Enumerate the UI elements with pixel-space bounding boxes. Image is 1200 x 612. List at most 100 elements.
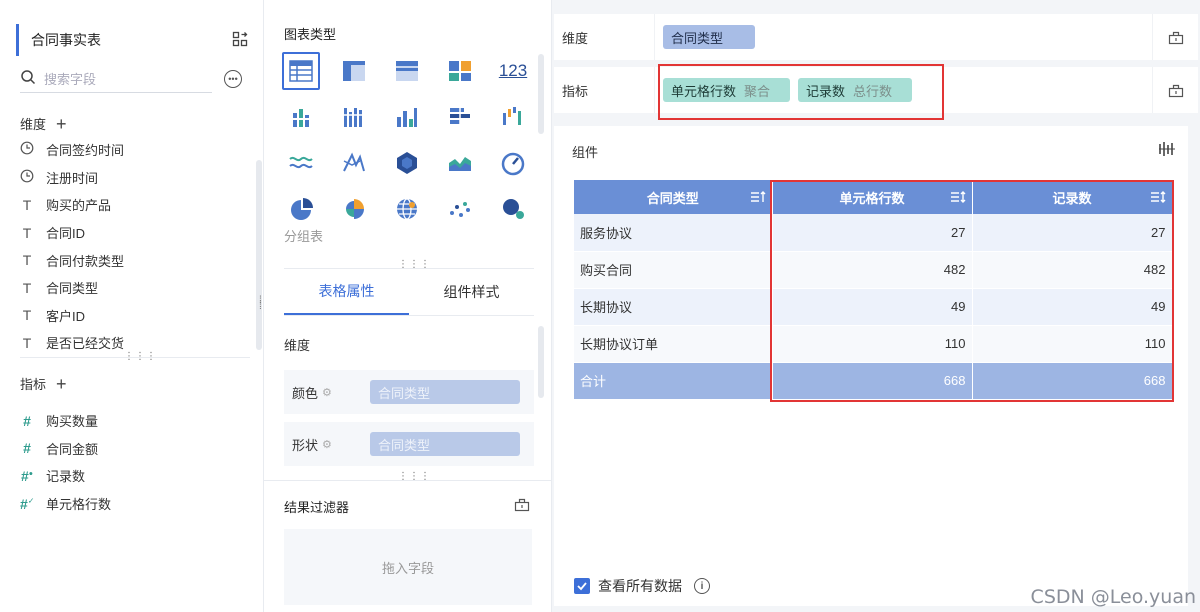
search-input[interactable]: 搜索字段 (20, 65, 212, 93)
tab-component-style[interactable]: 组件样式 (409, 269, 534, 315)
kpi-number-label: 123 (498, 61, 528, 80)
property-tabs: 表格属性 组件样式 (284, 268, 534, 316)
shape-label: 形状 (292, 437, 319, 453)
color-property-row[interactable]: 颜色 ⚙ 合同类型 (284, 370, 534, 414)
dimensions-header: 维度 + (20, 113, 67, 134)
bubble-icon[interactable] (494, 190, 532, 228)
field-item[interactable]: T 合同ID (20, 219, 240, 247)
treemap-table-icon[interactable] (441, 52, 479, 90)
waterfall-icon[interactable] (494, 98, 532, 136)
globe-map-icon[interactable] (388, 190, 426, 228)
detail-table-icon[interactable] (335, 52, 373, 90)
field-item[interactable]: 注册时间 (20, 164, 240, 192)
shape-property-row[interactable]: 形状 ⚙ 合同类型 (284, 422, 534, 466)
field-item[interactable]: T 客户ID (20, 302, 240, 330)
text-type-icon: T (22, 279, 32, 296)
dataset-selector[interactable]: 合同事实表 (16, 24, 248, 56)
field-item[interactable]: T 合同类型 (20, 274, 240, 302)
lock-icon[interactable] (1152, 67, 1198, 113)
field-label: 注册时间 (46, 170, 99, 186)
shape-field-pill[interactable]: 合同类型 (370, 432, 520, 456)
column-settings-icon[interactable] (1158, 140, 1176, 161)
field-label: 合同金额 (46, 441, 99, 457)
text-type-icon: T (22, 224, 32, 241)
kpi-number-icon[interactable]: 123 (494, 52, 532, 90)
clock-icon (20, 141, 34, 158)
table-cell: 合计 (574, 362, 773, 400)
filter-placeholder: 拖入字段 (381, 560, 434, 576)
number-type-icon: # (23, 412, 31, 429)
table-cell: 购买合同 (574, 251, 773, 289)
more-options-icon[interactable]: ••• (224, 70, 242, 88)
cross-table-icon[interactable] (388, 52, 426, 90)
radar-icon[interactable] (335, 144, 373, 182)
stacked-column-icon[interactable] (282, 98, 320, 136)
field-item[interactable]: # 合同金额 (20, 435, 240, 463)
field-item[interactable]: #● 记录数 (20, 462, 240, 490)
multi-column-icon[interactable] (335, 98, 373, 136)
add-measure-icon[interactable]: + (56, 375, 67, 393)
dimension-shelf: 维度 合同类型 (554, 14, 1198, 60)
field-item[interactable]: # 购买数量 (20, 407, 240, 435)
field-label: 是否已经交货 (46, 336, 125, 352)
rose-chart-icon[interactable] (335, 190, 373, 228)
column-chart-icon[interactable] (388, 98, 426, 136)
component-title: 组件 (572, 145, 599, 160)
polygon-map-icon[interactable] (388, 144, 426, 182)
dimension-shelf-label: 维度 (562, 30, 589, 46)
chart-type-scrollbar[interactable] (538, 54, 544, 134)
tab-table-properties[interactable]: 表格属性 (284, 269, 409, 315)
view-all-label: 查看所有数据 (598, 578, 682, 594)
info-icon[interactable]: i (694, 578, 710, 594)
lock-icon[interactable] (514, 496, 530, 512)
column-header[interactable]: 合同类型 (574, 180, 773, 214)
field-label: 单元格行数 (46, 497, 112, 513)
field-item[interactable]: T 购买的产品 (20, 191, 240, 219)
line-chart-icon[interactable] (282, 144, 320, 182)
color-field-pill[interactable]: 合同类型 (370, 380, 520, 404)
number-type-icon: # (23, 440, 31, 457)
dimension-drop-area[interactable]: 合同类型 (654, 14, 1152, 60)
watermark: CSDN @Leo.yuan (1030, 586, 1196, 608)
checkbox-checked-icon[interactable] (574, 578, 590, 594)
field-panel: 合同事实表 搜索字段 ••• 维度 + 合同签约时间 注册时间 T 购买的产品 T 合同I… (0, 0, 264, 612)
field-search: 搜索字段 ••• (20, 64, 250, 94)
field-label: 购买的产品 (46, 198, 112, 214)
resize-handle-icon[interactable]: ⋮⋮⋮ (124, 352, 157, 362)
canvas-panel: 维度 合同类型 指标 单元格行数 聚合 记录数 总行数 组件 合同类型 单元格行… (552, 0, 1200, 612)
gear-icon[interactable]: ⚙ (322, 386, 332, 399)
lock-icon[interactable] (1152, 14, 1198, 60)
color-label: 颜色 (292, 385, 319, 401)
panel-resize-handle-icon[interactable]: ⁞ ⁞ (259, 296, 263, 312)
gear-icon[interactable]: ⚙ (322, 438, 332, 451)
view-all-data-toggle[interactable]: 查看所有数据 i (574, 576, 710, 596)
add-dimension-icon[interactable]: + (56, 115, 67, 133)
table-cell: 长期协议 (574, 288, 773, 326)
field-item[interactable]: #✓ 单元格行数 (20, 490, 240, 518)
field-label: 购买数量 (46, 414, 99, 430)
indicator-shelf-label: 指标 (562, 83, 589, 99)
dimension-scrollbar[interactable] (256, 160, 262, 350)
bar-chart-icon[interactable] (441, 98, 479, 136)
number-type-icon: #● (20, 467, 34, 484)
field-label: 合同ID (46, 226, 86, 242)
field-item[interactable]: T 合同付款类型 (20, 246, 240, 274)
switch-dataset-icon[interactable] (232, 31, 248, 50)
gauge-icon[interactable] (494, 144, 532, 182)
measures-header: 指标 + (20, 373, 67, 394)
filter-drop-zone[interactable]: 拖入字段 (284, 529, 532, 605)
sort-icon[interactable] (750, 189, 766, 205)
dimension-list: 合同签约时间 注册时间 T 购买的产品 T 合同ID T 合同付款类型 T 合同类型 T 客户ID T 是… (20, 140, 250, 358)
config-panel: 图表类型 123 分组表 ⋮⋮⋮ 表格属性 组件样式 维度 颜色 ⚙ 合同类型 形… (264, 0, 552, 612)
grouped-table-icon[interactable] (282, 52, 320, 90)
dimension-pill[interactable]: 合同类型 (663, 25, 756, 49)
scatter-icon[interactable] (441, 190, 479, 228)
chart-types-title: 图表类型 (284, 27, 337, 42)
field-label: 记录数 (46, 469, 86, 485)
field-item[interactable]: 合同签约时间 (20, 140, 240, 164)
field-label: 合同签约时间 (46, 143, 125, 159)
property-scrollbar[interactable] (538, 326, 544, 398)
selected-chart-caption: 分组表 (284, 229, 324, 244)
area-chart-icon[interactable] (441, 144, 479, 182)
pie-chart-icon[interactable] (282, 190, 320, 228)
